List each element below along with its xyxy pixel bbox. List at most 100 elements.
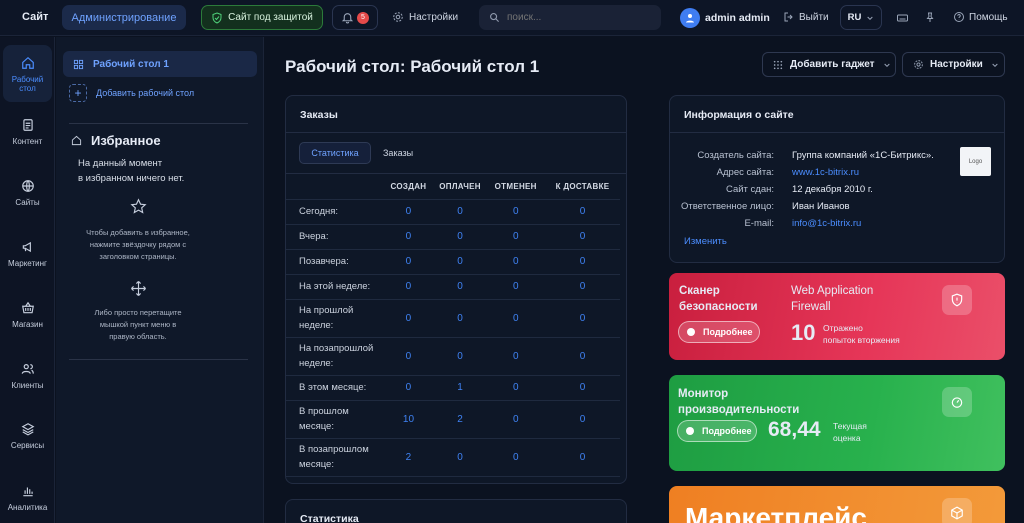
scanner-more-button[interactable]: Подробнее <box>678 321 760 343</box>
megaphone-icon <box>22 241 31 253</box>
help-button[interactable]: Помощь <box>953 11 1008 23</box>
cell-value[interactable]: 0 <box>486 299 546 338</box>
site-protected-button[interactable]: Сайт под защитой <box>201 5 323 30</box>
cell-value[interactable]: 0 <box>486 375 546 401</box>
cell-value[interactable]: 0 <box>383 199 434 225</box>
site-info-value[interactable]: www.1c-bitrix.ru <box>792 167 859 178</box>
hint-text: заголовком страницы. <box>99 252 177 261</box>
desktop-settings-button[interactable]: Настройки <box>902 52 1005 77</box>
table-row: В позапрошлом месяце: 2 0 0 0 <box>286 438 620 477</box>
desktop-item[interactable]: Рабочий стол 1 <box>63 51 257 77</box>
logout-button[interactable]: Выйти <box>783 11 829 23</box>
cell-value[interactable]: 0 <box>383 337 434 376</box>
add-desktop-label: Добавить рабочий стол <box>96 88 195 98</box>
marketplace-gadget: Маркетплейс <box>669 486 1005 523</box>
sidebar-item-services[interactable]: Сервисы <box>3 422 52 450</box>
cell-value[interactable]: 0 <box>545 249 620 275</box>
row-label-line: На этой неделе: <box>299 281 371 292</box>
cell-value[interactable]: 0 <box>433 224 487 250</box>
cell-value[interactable]: 0 <box>383 274 434 300</box>
language-select[interactable]: RU <box>840 5 882 30</box>
cell-value[interactable]: 0 <box>545 274 620 300</box>
site-info-value[interactable]: info@1c-bitrix.ru <box>792 218 861 229</box>
cell-value[interactable]: 0 <box>486 438 546 477</box>
cell-value[interactable]: 0 <box>545 299 620 338</box>
sidebar-label: Рабочий <box>11 75 44 84</box>
marketplace-title: Маркетплейс <box>685 502 867 523</box>
cell-value[interactable]: 0 <box>433 438 487 477</box>
cell-value[interactable]: 0 <box>383 375 434 401</box>
monitor-more-button[interactable]: Подробнее <box>677 420 757 442</box>
sidebar-item-content[interactable]: Контент <box>3 118 52 146</box>
sidebar-item-shop[interactable]: Магазин <box>3 301 52 329</box>
cell-value[interactable]: 2 <box>433 400 487 439</box>
cell-value[interactable]: 0 <box>486 199 546 225</box>
help-label: Помощь <box>969 11 1008 23</box>
cell-value[interactable]: 0 <box>383 299 434 338</box>
tab-statistics[interactable]: Статистика <box>299 142 371 164</box>
cell-value[interactable]: 0 <box>545 224 620 250</box>
cell-value[interactable]: 0 <box>486 274 546 300</box>
keyboard-button[interactable] <box>896 12 909 24</box>
site-logo: Logo <box>960 147 991 176</box>
favorites-empty: На данный момент в избранном ничего нет. <box>78 157 184 186</box>
home-icon <box>21 56 34 69</box>
cell-value[interactable]: 0 <box>486 337 546 376</box>
cell-value[interactable]: 0 <box>545 375 620 401</box>
divider <box>69 359 248 360</box>
search-input[interactable] <box>507 12 647 23</box>
user-menu[interactable]: admin admin <box>680 8 770 28</box>
cell-value[interactable]: 1 <box>433 375 487 401</box>
site-protected-label: Сайт под защитой <box>228 12 313 23</box>
cell-value[interactable]: 0 <box>383 249 434 275</box>
cell-value[interactable]: 0 <box>545 438 620 477</box>
search-box[interactable] <box>479 5 661 30</box>
cell-value[interactable]: 0 <box>486 400 546 439</box>
site-info-key: E-mail: <box>744 218 774 229</box>
admin-button[interactable]: Администрирование <box>62 5 186 30</box>
cell-value[interactable]: 2 <box>383 438 434 477</box>
add-desktop-button[interactable]: + Добавить рабочий стол <box>69 84 194 102</box>
cell-value[interactable]: 0 <box>486 224 546 250</box>
sidebar-label: Маркетинг <box>8 259 47 268</box>
shield-badge <box>942 285 972 315</box>
cell-value[interactable]: 0 <box>383 224 434 250</box>
table-row: Позавчера: 0 0 0 0 <box>286 249 620 275</box>
cell-value[interactable]: 0 <box>545 199 620 225</box>
site-link[interactable]: Сайт <box>22 11 48 23</box>
pin-icon <box>926 12 934 22</box>
score-text: Текущая <box>833 421 867 431</box>
cell-value[interactable]: 0 <box>433 274 487 300</box>
top-settings-button[interactable]: Настройки <box>392 11 458 23</box>
row-label: В этом месяце: <box>286 375 384 401</box>
row-label: На этой неделе: <box>286 274 384 300</box>
scanner-title: Сканер безопасности <box>679 283 758 315</box>
cell-value[interactable]: 0 <box>433 337 487 376</box>
sidebar-item-marketing[interactable]: Маркетинг <box>3 240 52 268</box>
site-info-key: Создатель сайта: <box>697 150 774 161</box>
user-name: admin admin <box>705 12 770 24</box>
cell-value[interactable]: 0 <box>433 249 487 275</box>
tab-orders[interactable]: Заказы <box>383 148 413 158</box>
sidebar-item-analytics[interactable]: Аналитика <box>3 484 52 512</box>
pin-button[interactable] <box>924 11 936 24</box>
sidebar-label: стол <box>19 84 36 93</box>
layers-icon <box>21 423 34 436</box>
sidebar-item-sites[interactable]: Сайты <box>3 179 52 207</box>
cell-value[interactable]: 10 <box>383 400 434 439</box>
sidebar-item-desktop[interactable]: Рабочий стол <box>3 45 52 102</box>
cell-value[interactable]: 0 <box>433 299 487 338</box>
gear-icon <box>393 12 403 22</box>
add-gadget-button[interactable]: Добавить гаджет <box>762 52 896 77</box>
cell-value[interactable]: 0 <box>433 199 487 225</box>
chevron-down-icon <box>992 63 998 67</box>
cell-value[interactable]: 0 <box>545 400 620 439</box>
performance-monitor-gadget: Монитор производительности Подробнее 68,… <box>669 375 1005 471</box>
score-text: оценка <box>833 433 861 443</box>
sidebar-item-clients[interactable]: Клиенты <box>3 362 52 390</box>
notifications-button[interactable]: 5 <box>332 5 378 30</box>
cell-value[interactable]: 0 <box>486 249 546 275</box>
hint-text: Либо просто перетащите <box>94 308 182 317</box>
edit-info-link[interactable]: Изменить <box>684 236 727 247</box>
cell-value[interactable]: 0 <box>545 337 620 376</box>
